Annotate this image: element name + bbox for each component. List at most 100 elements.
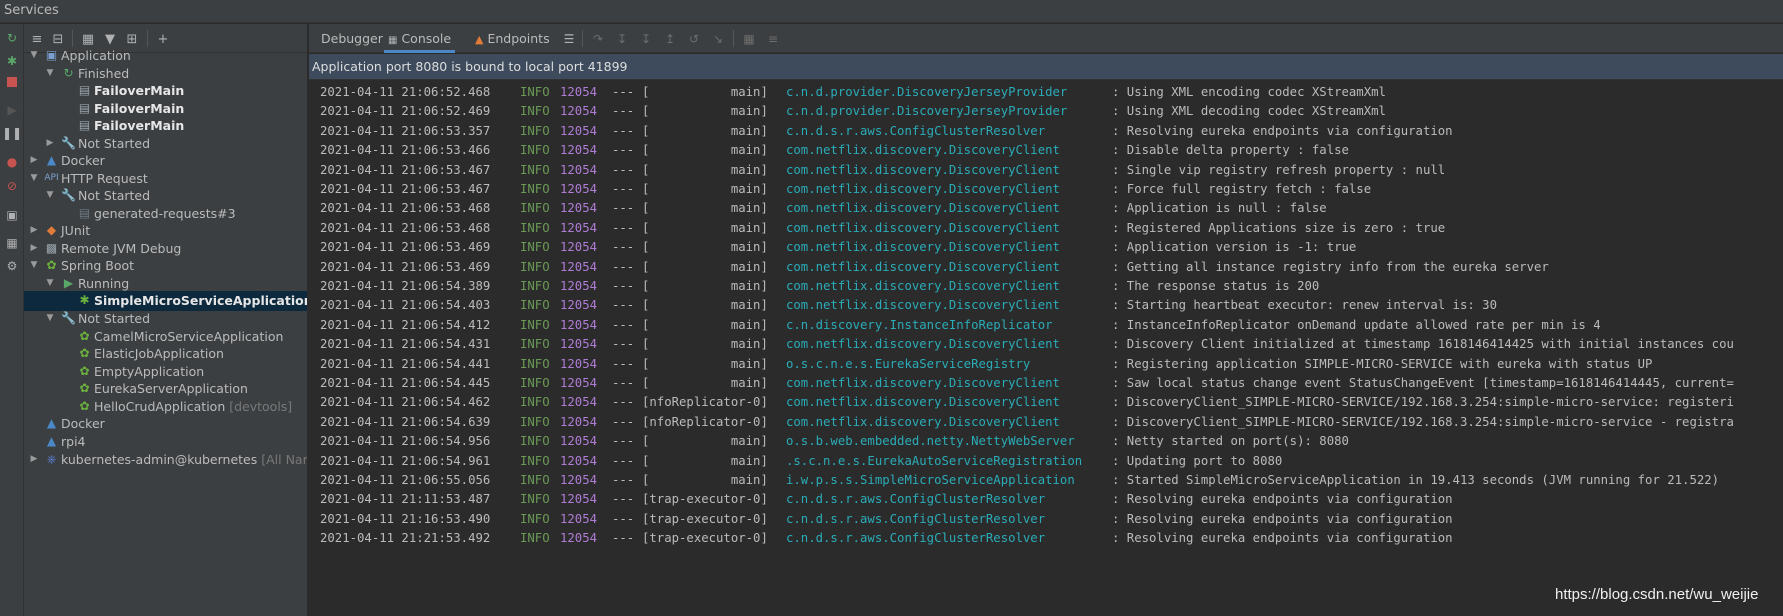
chevron-right-icon[interactable]: ▶ (28, 241, 40, 255)
settings-icon[interactable]: ⚙ (4, 258, 20, 274)
junit-icon: ◆ (46, 223, 57, 237)
endpoints-icon: ▲ (475, 33, 484, 46)
tree-item-label: Docker (61, 153, 105, 168)
tree-item-label: Application (61, 48, 131, 63)
tree-item-label: FailoverMain (94, 101, 185, 116)
tree-item-application[interactable]: ▼ ▣ Application (24, 46, 307, 66)
spring-leaf-icon: ✿ (79, 381, 90, 395)
tab-debugger[interactable]: Debugger (321, 24, 383, 53)
class-icon: ▤ (78, 118, 91, 132)
tree-item-rpi4[interactable]: ▲ rpi4 (24, 432, 307, 452)
tree-item-label: CamelMicroServiceApplication (94, 329, 284, 344)
tree-item-not-started[interactable]: ▼ 🔧 Not Started (24, 309, 307, 329)
tree-item-label: Not Started (78, 311, 151, 326)
chevron-down-icon[interactable]: ▼ (28, 171, 40, 185)
spring-leaf-icon: ✿ (79, 329, 90, 343)
api-icon: API (44, 173, 59, 183)
drop-frame-icon[interactable]: ↺ (685, 30, 703, 48)
tree-item-label: EurekaServerApplication (94, 381, 248, 396)
toolbar-separator (733, 30, 734, 47)
class-icon: ▤ (78, 83, 91, 97)
chevron-right-icon[interactable]: ▶ (28, 153, 40, 167)
tree-item-simplemicroserviceapplication[interactable]: ✱ SimpleMicroServiceApplication (24, 291, 308, 311)
left-toolbar: ↻ ✱ ▶ ❚❚ ● ⊘ ▣ ▦ ⚙ (0, 24, 24, 616)
log-message: : Resolving eureka endpoints via configu… (1112, 531, 1453, 546)
tree-item-label: SimpleMicroServiceApplication (94, 293, 308, 308)
tree-item-eurekaserverapplication[interactable]: ✿ EurekaServerApplication (24, 379, 307, 399)
chevron-down-icon[interactable]: ▼ (44, 311, 56, 325)
toolbar-separator (147, 30, 148, 47)
window-title: Services (4, 3, 59, 18)
tree-item-spring-boot[interactable]: ▼ ✿ Spring Boot (24, 256, 307, 276)
tree-item-label: Remote JVM Debug (61, 241, 182, 256)
camera-icon[interactable]: ▣ (4, 207, 20, 223)
finished-icon: ↻ (63, 66, 74, 80)
tree-item-label: FailoverMain (94, 118, 185, 133)
wrench-icon: 🔧 (61, 311, 76, 325)
step-over-icon[interactable]: ↷ (589, 30, 607, 48)
console-output[interactable]: 2021-04-11 21:06:52.468 INFO 12054 ---[ mai… (309, 81, 1783, 616)
chevron-down-icon[interactable]: ▼ (44, 188, 56, 202)
tree-item-label: HTTP Request (61, 171, 148, 186)
spring-boot-icon: ✿ (46, 258, 57, 272)
log-separator: --- (612, 531, 635, 546)
breakpoint-icon[interactable]: ● (4, 154, 20, 170)
chevron-down-icon[interactable]: ▼ (44, 66, 56, 80)
spring-leaf-icon: ✿ (79, 364, 90, 378)
tree-item-docker[interactable]: ▲ Docker (24, 414, 307, 434)
stop-icon[interactable] (4, 74, 20, 90)
watermark: https://blog.csdn.net/wu_weijie (1555, 586, 1759, 603)
spring-debug-icon: ✱ (79, 293, 90, 307)
window-titlebar: Services (0, 0, 1783, 23)
force-step-into-icon[interactable]: ↧ (637, 30, 655, 48)
docker-icon: ▲ (46, 153, 57, 167)
tree-item-label: EmptyApplication (94, 364, 205, 379)
trace-icon[interactable]: ≡ (764, 30, 782, 48)
tree-item-label: HelloCrudApplication (94, 399, 226, 414)
docker-icon: ▲ (46, 416, 57, 430)
step-out-icon[interactable]: ↥ (661, 30, 679, 48)
chevron-right-icon[interactable]: ▶ (28, 223, 40, 237)
tree-item-suffix: [devtools] (225, 399, 293, 414)
tree-item-elasticjobapplication[interactable]: ✿ ElasticJobApplication (24, 344, 307, 364)
resume-icon[interactable]: ▶ (4, 102, 20, 118)
tab-endpoints[interactable]: ▲ Endpoints (475, 24, 550, 53)
mute-breakpoints-icon[interactable]: ⊘ (4, 178, 20, 194)
chevron-right-icon[interactable]: ▶ (44, 136, 56, 150)
kubernetes-icon: ⎈ (46, 452, 57, 466)
tree-item-label: rpi4 (61, 434, 86, 449)
run-to-cursor-icon[interactable]: ↘ (709, 30, 727, 48)
layout-icon[interactable]: ▦ (4, 235, 20, 251)
menu-icon[interactable]: ☰ (560, 30, 578, 48)
content-toolbar: Debugger ▦ Console ▲ Endpoints ☰ ↷ ↧ ↧ ↥… (309, 24, 1783, 53)
chevron-down-icon[interactable]: ▼ (44, 276, 56, 290)
running-icon: ▶ (63, 276, 74, 290)
tree-item-failovermain[interactable]: ▤ FailoverMain (24, 116, 307, 136)
tree-item-label: Not Started (78, 188, 151, 203)
tree-item-label: generated-requests#3 (94, 206, 236, 221)
spring-leaf-icon: ✿ (79, 346, 90, 360)
tree-item-not-started[interactable]: ▼ 🔧 Not Started (24, 186, 307, 206)
log-level: INFO (520, 531, 550, 546)
tab-label: Debugger (321, 31, 383, 46)
port-forward-banner: Application port 8080 is bound to local … (309, 54, 1783, 80)
log-timestamp: 2021-04-11 21:21:53.492 (320, 531, 491, 546)
tree-item-kubernetes[interactable]: ▶ ⎈ kubernetes-admin@kubernetes [All Nam (24, 450, 307, 470)
tree-item-docker[interactable]: ▶ ▲ Docker (24, 151, 307, 171)
tree-item-suffix: [All Nam (261, 452, 307, 467)
tree-item-label: Not Started (78, 136, 151, 151)
tab-console[interactable]: ▦ Console (384, 24, 456, 53)
rerun-icon[interactable]: ↻ (4, 30, 20, 46)
chevron-down-icon[interactable]: ▼ (28, 48, 40, 62)
chevron-down-icon[interactable]: ▼ (28, 258, 40, 272)
debug-icon[interactable]: ✱ (4, 53, 20, 69)
evaluate-icon[interactable]: ▦ (740, 30, 758, 48)
tree-item-label: Finished (78, 66, 130, 81)
tree-item-label: Docker (61, 416, 105, 431)
tree-item-junit[interactable]: ▶ ◆ JUnit (24, 221, 307, 241)
chevron-right-icon[interactable]: ▶ (28, 452, 40, 466)
pause-icon[interactable]: ❚❚ (2, 125, 22, 141)
toolbar-separator (582, 30, 583, 47)
tree-item-failovermain[interactable]: ▤ FailoverMain (24, 81, 307, 101)
step-into-icon[interactable]: ↧ (613, 30, 631, 48)
